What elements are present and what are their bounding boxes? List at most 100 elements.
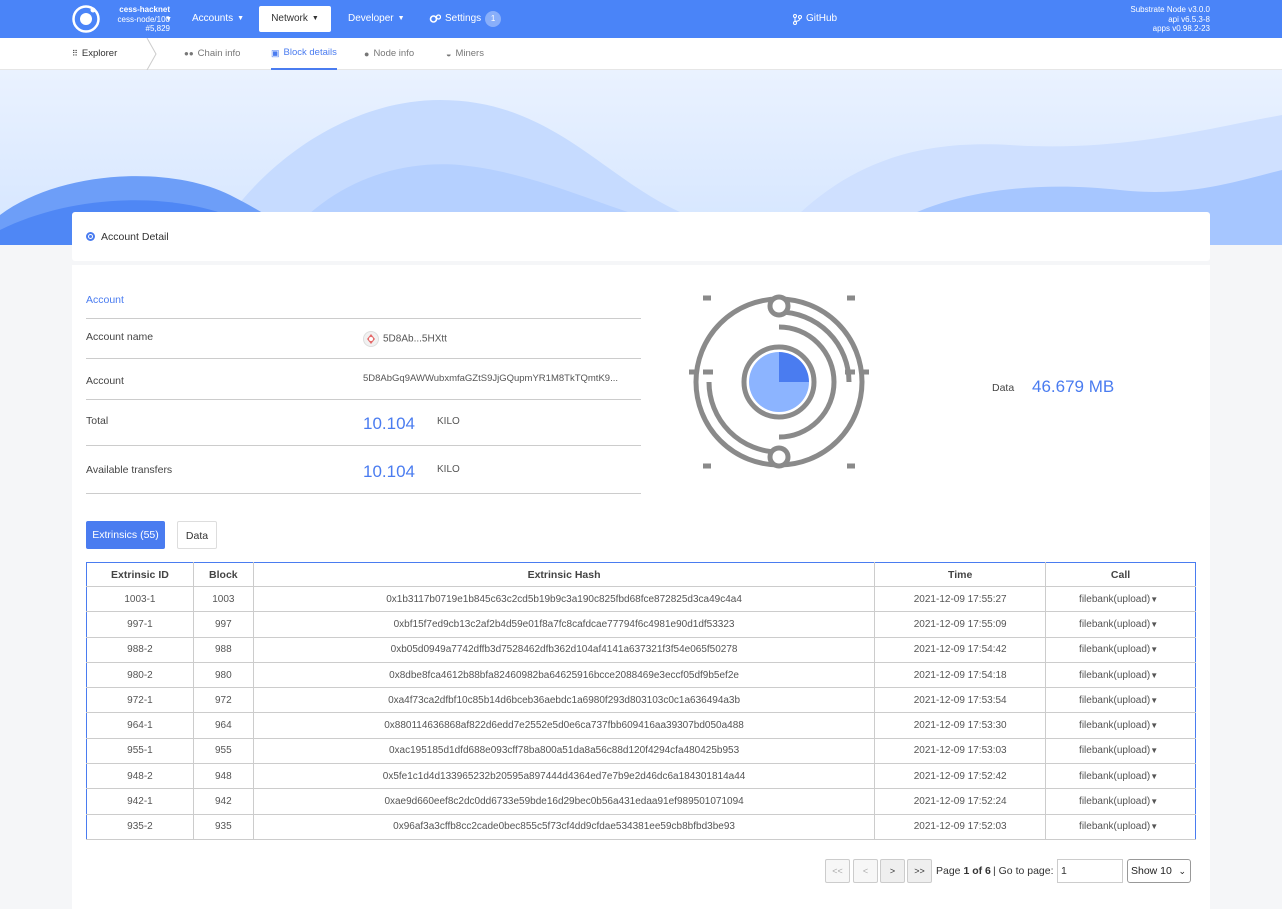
caret-down-icon[interactable]: ▼ bbox=[1150, 645, 1158, 654]
cell-call[interactable]: filebank(upload)▼ bbox=[1045, 637, 1196, 663]
goto-page-input[interactable]: 1 bbox=[1057, 859, 1123, 883]
caret-down-icon[interactable]: ▼ bbox=[1150, 721, 1158, 730]
nav-github[interactable]: GitHub bbox=[793, 0, 837, 38]
cell-block[interactable]: 997 bbox=[193, 611, 254, 638]
cell-block[interactable]: 964 bbox=[193, 712, 254, 739]
tab-node-info[interactable]: ● Node info bbox=[364, 38, 414, 70]
call-label: filebank(upload) bbox=[1079, 720, 1151, 732]
breadcrumb-separator bbox=[146, 38, 157, 70]
cell-extrinsic-id[interactable]: 980-2 bbox=[86, 662, 194, 689]
caret-down-icon[interactable]: ▼ bbox=[1150, 746, 1158, 755]
cell-block[interactable]: 935 bbox=[193, 814, 254, 840]
cell-block[interactable]: 980 bbox=[193, 662, 254, 689]
tab-block-details[interactable]: ▣ Block details bbox=[271, 38, 337, 70]
cell-call[interactable]: filebank(upload)▼ bbox=[1045, 611, 1196, 638]
cell-hash[interactable]: 0x8dbe8fca4612b88bfa82460982ba64625916bc… bbox=[253, 662, 876, 689]
cell-hash[interactable]: 0xbf15f7ed9cb13c2af2b4d59e01f8a7fc8cafdc… bbox=[253, 611, 876, 638]
col-extrinsic-id[interactable]: Extrinsic ID bbox=[86, 562, 194, 587]
cell-hash[interactable]: 0x96af3a3cffb8cc2cade0bec855c5f73cf4dd9c… bbox=[253, 814, 876, 840]
cell-hash[interactable]: 0xb05d0949a7742dffb3d7528462dfb362d104af… bbox=[253, 637, 876, 663]
col-time[interactable]: Time bbox=[874, 562, 1047, 587]
cell-call[interactable]: filebank(upload)▼ bbox=[1045, 763, 1196, 790]
cell-call[interactable]: filebank(upload)▼ bbox=[1045, 662, 1196, 689]
prev-page-button[interactable]: < bbox=[853, 859, 878, 883]
cell-call[interactable]: filebank(upload)▼ bbox=[1045, 814, 1196, 840]
cell-extrinsic-id[interactable]: 948-2 bbox=[86, 763, 194, 790]
cell-block[interactable]: 942 bbox=[193, 788, 254, 815]
cell-hash[interactable]: 0x880114636868af822d6edd7e2552e5d0e6ca73… bbox=[253, 712, 876, 739]
tab-miners-label: Miners bbox=[455, 48, 484, 59]
cell-extrinsic-id[interactable]: 997-1 bbox=[86, 611, 194, 638]
cell-call[interactable]: filebank(upload)▼ bbox=[1045, 788, 1196, 815]
account-name-value[interactable]: 5D8Ab...5HXtt bbox=[363, 331, 447, 347]
first-page-button[interactable]: << bbox=[825, 859, 850, 883]
nav-accounts[interactable]: Accounts ▼ bbox=[192, 0, 244, 38]
tab-explorer[interactable]: ⠿ Explorer bbox=[72, 38, 117, 70]
caret-down-icon[interactable]: ▼ bbox=[1150, 797, 1158, 806]
nav-settings-label: Settings bbox=[445, 13, 482, 24]
table-row[interactable]: 980-2 980 0x8dbe8fca4612b88bfa82460982ba… bbox=[86, 662, 1196, 689]
tab-extrinsics[interactable]: Extrinsics (55) bbox=[86, 521, 165, 549]
cell-block[interactable]: 972 bbox=[193, 687, 254, 714]
cell-block[interactable]: 955 bbox=[193, 738, 254, 765]
table-row[interactable]: 948-2 948 0x5fe1c1d4d133965232b20595a897… bbox=[86, 763, 1196, 790]
cell-time: 2021-12-09 17:54:42 bbox=[874, 637, 1047, 663]
cell-block[interactable]: 948 bbox=[193, 763, 254, 790]
table-header-row: Extrinsic ID Block Extrinsic Hash Time C… bbox=[86, 562, 1196, 587]
caret-down-icon[interactable]: ▼ bbox=[1150, 671, 1158, 680]
tab-data[interactable]: Data bbox=[177, 521, 217, 549]
cell-call[interactable]: filebank(upload)▼ bbox=[1045, 738, 1196, 765]
cell-call[interactable]: filebank(upload)▼ bbox=[1045, 712, 1196, 739]
cell-extrinsic-id[interactable]: 988-2 bbox=[86, 637, 194, 663]
cell-extrinsic-id[interactable]: 964-1 bbox=[86, 712, 194, 739]
nav-network[interactable]: Network ▼ bbox=[259, 6, 331, 32]
caret-down-icon[interactable]: ▼ bbox=[1150, 595, 1158, 604]
table-row[interactable]: 988-2 988 0xb05d0949a7742dffb3d7528462df… bbox=[86, 637, 1196, 663]
chevron-down-icon: ▼ bbox=[165, 16, 172, 23]
table-row[interactable]: 997-1 997 0xbf15f7ed9cb13c2af2b4d59e01f8… bbox=[86, 611, 1196, 638]
tab-chain-info[interactable]: ●● Chain info bbox=[184, 38, 240, 70]
nav-developer[interactable]: Developer ▼ bbox=[348, 0, 405, 38]
last-page-button[interactable]: >> bbox=[907, 859, 932, 883]
table-row[interactable]: 972-1 972 0xa4f73ca2dfbf10c85b14d6bceb36… bbox=[86, 687, 1196, 714]
col-call[interactable]: Call bbox=[1045, 562, 1196, 587]
tab-miners[interactable]: ◒ Miners bbox=[446, 38, 484, 70]
cell-hash[interactable]: 0xae9d660eef8c2dc0dd6733e59bde16d29bec0b… bbox=[253, 788, 876, 815]
cell-call[interactable]: filebank(upload)▼ bbox=[1045, 687, 1196, 714]
cell-hash[interactable]: 0xa4f73ca2dfbf10c85b14d6bceb36aebdc1a698… bbox=[253, 687, 876, 714]
caret-down-icon[interactable]: ▼ bbox=[1150, 620, 1158, 629]
cell-call[interactable]: filebank(upload)▼ bbox=[1045, 586, 1196, 613]
cell-block[interactable]: 1003 bbox=[193, 586, 254, 613]
table-row[interactable]: 955-1 955 0xac195185d1dfd688e093cff78ba8… bbox=[86, 738, 1196, 765]
account-section-title: Account bbox=[86, 294, 124, 306]
table-row[interactable]: 1003-1 1003 0x1b3117b0719e1b845c63c2cd5b… bbox=[86, 586, 1196, 613]
cell-extrinsic-id[interactable]: 972-1 bbox=[86, 687, 194, 714]
app-logo-icon[interactable] bbox=[72, 5, 100, 33]
cell-extrinsic-id[interactable]: 1003-1 bbox=[86, 586, 194, 613]
total-unit: KILO bbox=[437, 416, 460, 427]
caret-down-icon[interactable]: ▼ bbox=[1150, 696, 1158, 705]
cell-hash[interactable]: 0x1b3117b0719e1b845c63c2cd5b19b9c3a190c8… bbox=[253, 586, 876, 613]
cell-hash[interactable]: 0x5fe1c1d4d133965232b20595a897444d4364ed… bbox=[253, 763, 876, 790]
table-row[interactable]: 964-1 964 0x880114636868af822d6edd7e2552… bbox=[86, 712, 1196, 739]
cell-hash[interactable]: 0xac195185d1dfd688e093cff78ba800a51da8a5… bbox=[253, 738, 876, 765]
tab-block-details-label: Block details bbox=[283, 47, 337, 58]
account-detail-header: Account Detail bbox=[72, 212, 1210, 261]
col-extrinsic-hash[interactable]: Extrinsic Hash bbox=[253, 562, 876, 587]
col-block[interactable]: Block bbox=[193, 562, 254, 587]
call-label: filebank(upload) bbox=[1079, 796, 1151, 808]
account-address-value[interactable]: 5D8AbGq9AWWubxmfaGZtS9JjGQupmYR1M8TkTQmt… bbox=[363, 373, 618, 384]
next-page-button[interactable]: > bbox=[880, 859, 905, 883]
chain-selector[interactable]: cess-hacknet cess-node/100 #5,829 ▼ bbox=[108, 5, 172, 34]
table-row[interactable]: 935-2 935 0x96af3a3cffb8cc2cade0bec855c5… bbox=[86, 814, 1196, 840]
table-row[interactable]: 942-1 942 0xae9d660eef8c2dc0dd6733e59bde… bbox=[86, 788, 1196, 815]
account-name-label: Account name bbox=[86, 331, 154, 343]
nav-settings[interactable]: Settings 1 bbox=[429, 0, 502, 38]
cell-block[interactable]: 988 bbox=[193, 637, 254, 663]
cell-extrinsic-id[interactable]: 935-2 bbox=[86, 814, 194, 840]
cell-extrinsic-id[interactable]: 942-1 bbox=[86, 788, 194, 815]
page-size-select[interactable]: Show 10 ⌄ bbox=[1127, 859, 1191, 883]
caret-down-icon[interactable]: ▼ bbox=[1150, 772, 1158, 781]
caret-down-icon[interactable]: ▼ bbox=[1150, 822, 1158, 831]
cell-extrinsic-id[interactable]: 955-1 bbox=[86, 738, 194, 765]
